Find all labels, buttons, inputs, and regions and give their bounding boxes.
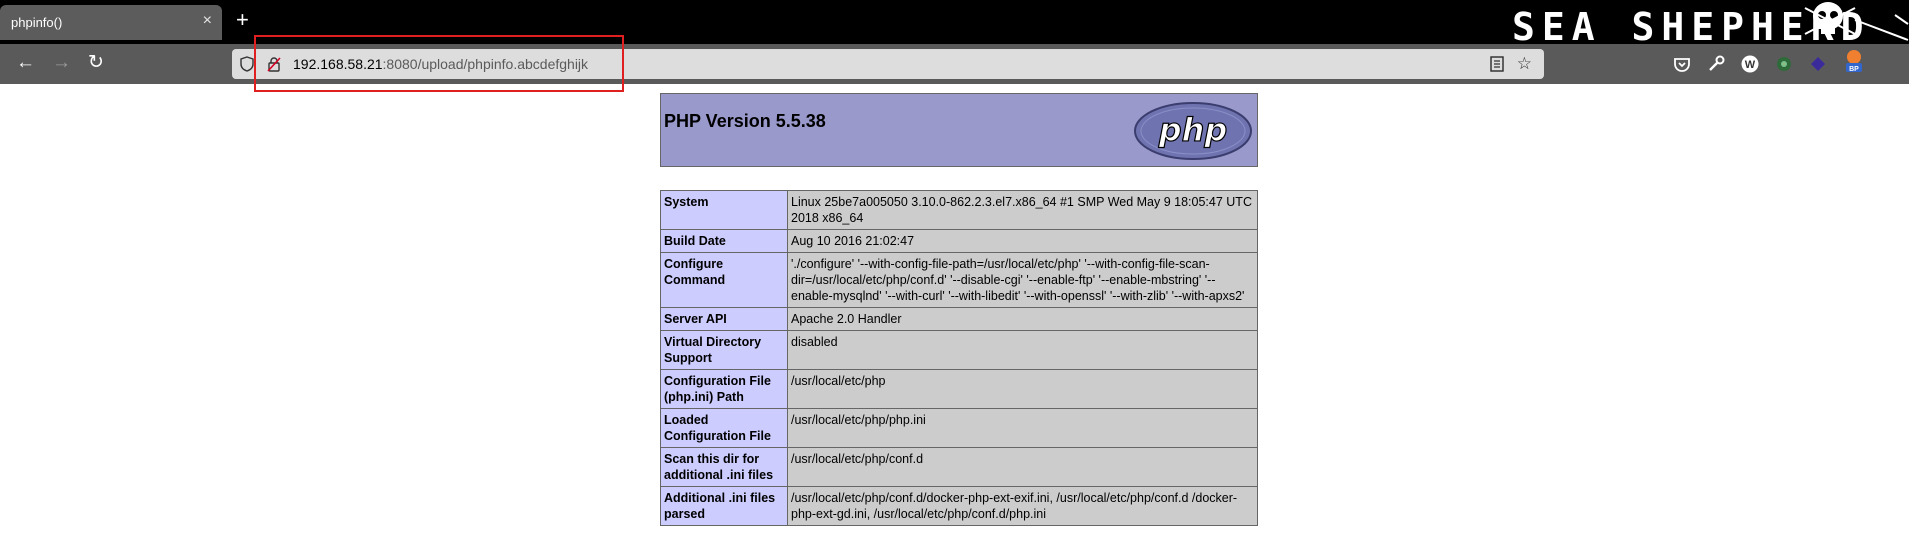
row-key: Loaded Configuration File xyxy=(660,408,788,448)
wrench-icon[interactable] xyxy=(1706,54,1726,74)
svg-text:W: W xyxy=(1745,59,1756,71)
reader-view-icon[interactable] xyxy=(1490,56,1504,72)
row-value: Linux 25be7a005050 3.10.0-862.2.3.el7.x8… xyxy=(787,190,1258,230)
back-button[interactable]: ← xyxy=(16,53,35,72)
tab-title: phpinfo() xyxy=(11,15,63,30)
new-tab-button[interactable]: + xyxy=(236,9,249,31)
row-value: /usr/local/etc/php/php.ini xyxy=(787,408,1258,448)
shield-ext-icon[interactable] xyxy=(1774,54,1794,74)
row-key: Configuration File (php.ini) Path xyxy=(660,369,788,409)
table-row: Scan this dir for additional .ini files /… xyxy=(660,447,1258,487)
row-key: System xyxy=(660,190,788,230)
php-version-header: PHP Version 5.5.38 php xyxy=(660,93,1258,167)
table-row: Virtual Directory Support disabled xyxy=(660,330,1258,370)
svg-text:BP: BP xyxy=(1849,66,1859,73)
row-key: Additional .ini files parsed xyxy=(660,486,788,526)
table-row: System Linux 25be7a005050 3.10.0-862.2.3.… xyxy=(660,190,1258,230)
tab-phpinfo[interactable]: phpinfo() × xyxy=(0,5,222,40)
pocket-icon[interactable] xyxy=(1672,54,1692,74)
row-value: Aug 10 2016 21:02:47 xyxy=(787,229,1258,253)
shield-icon[interactable] xyxy=(239,56,255,72)
table-row: Configure Command './configure' '--with-c… xyxy=(660,252,1258,308)
table-row: Configuration File (php.ini) Path/usr/lo… xyxy=(660,369,1258,409)
tab-close-icon[interactable]: × xyxy=(203,12,212,30)
table-row: Loaded Configuration File/usr/local/etc/… xyxy=(660,408,1258,448)
table-row: Build Date Aug 10 2016 21:02:47 xyxy=(660,229,1258,253)
row-key: Build Date xyxy=(660,229,788,253)
row-key: Server API xyxy=(660,307,788,331)
row-value: './configure' '--with-config-file-path=/… xyxy=(787,252,1258,308)
skull-logo-icon xyxy=(1804,2,1909,41)
php-logo-icon[interactable]: php xyxy=(1133,101,1253,161)
hackbar-icon[interactable] xyxy=(1808,54,1828,74)
row-key: Virtual Directory Support xyxy=(660,330,788,370)
table-row: Additional .ini files parsed/usr/local/e… xyxy=(660,486,1258,526)
row-value: Apache 2.0 Handler xyxy=(787,307,1258,331)
row-key: Scan this dir for additional .ini files xyxy=(660,447,788,487)
phpinfo-table: System Linux 25be7a005050 3.10.0-862.2.3.… xyxy=(660,190,1258,526)
page-title: PHP Version 5.5.38 xyxy=(664,111,826,131)
url-highlight-annotation xyxy=(254,35,624,92)
row-value: /usr/local/etc/php/conf.d/docker-php-ext… xyxy=(787,486,1258,526)
row-value: /usr/local/etc/php xyxy=(787,369,1258,409)
row-value: disabled xyxy=(787,330,1258,370)
wappalyzer-icon[interactable]: W xyxy=(1740,54,1760,74)
reload-button[interactable]: ↻ xyxy=(88,53,104,72)
burp-proxy-icon[interactable]: BP xyxy=(1842,48,1866,74)
table-row: Server API Apache 2.0 Handler xyxy=(660,307,1258,331)
forward-button[interactable]: → xyxy=(52,53,71,72)
row-value: /usr/local/etc/php/conf.d xyxy=(787,447,1258,487)
bookmark-star-icon[interactable]: ☆ xyxy=(1517,54,1532,74)
row-key: Configure Command xyxy=(660,252,788,308)
php-logo-text: php xyxy=(1158,111,1228,149)
